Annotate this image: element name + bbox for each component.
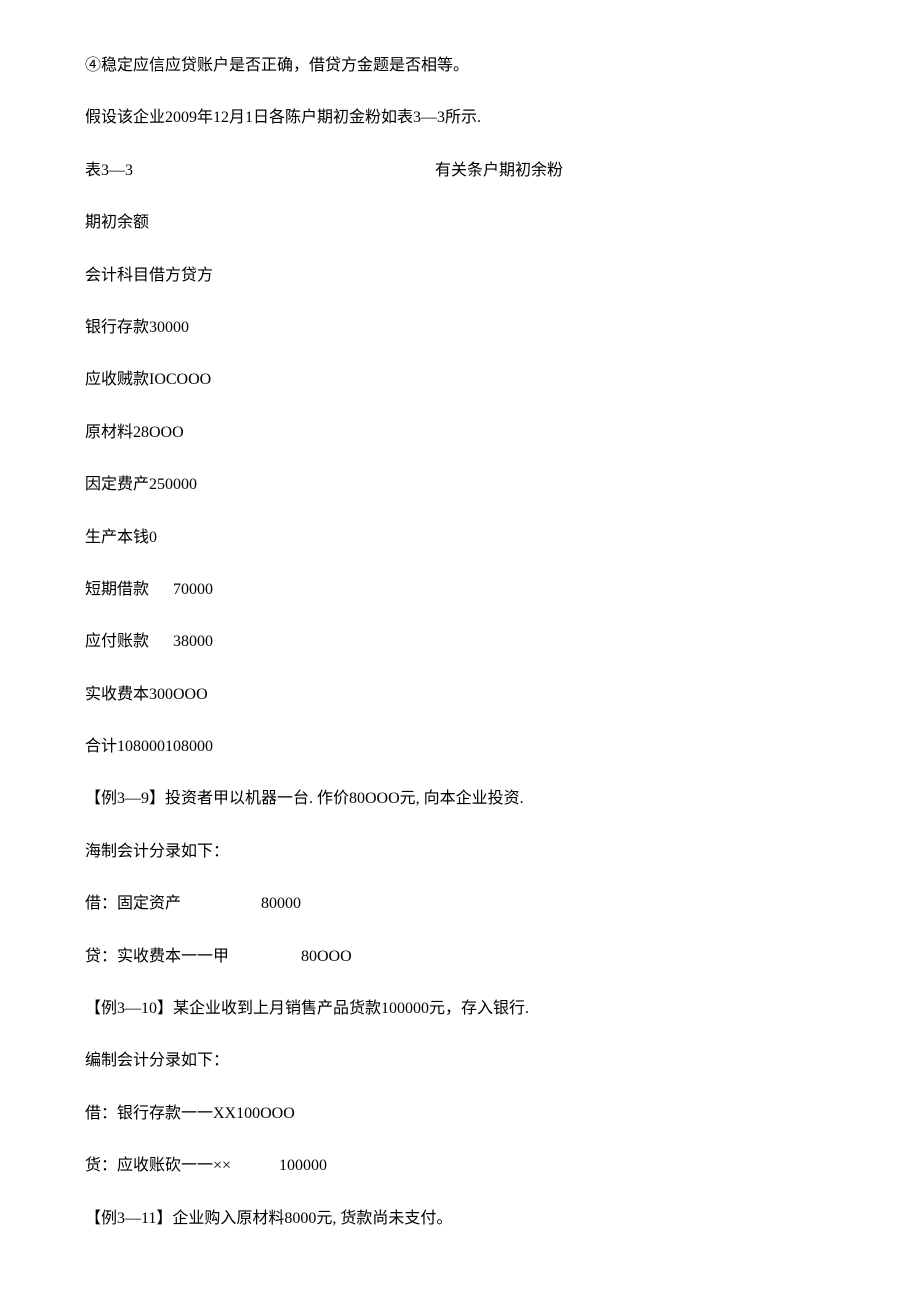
- row-fixed-assets: 因定费产250000: [85, 474, 835, 496]
- paragraph-assumption: 假设该企业2009年12月1日各陈户期初金粉如表3—3所示.: [85, 107, 835, 129]
- row-beginning-balance: 期初余额: [85, 212, 835, 234]
- example-3-10: 【例3—10】某企业收到上月销售产品货款100000元，存入银行.: [85, 998, 835, 1020]
- entry-intro-2: 编制会计分录如下：: [85, 1050, 835, 1072]
- row-raw-materials: 原材料28OOO: [85, 422, 835, 444]
- row-short-term-loan: 短期借款 70000: [85, 579, 835, 601]
- row-paid-in-capital: 实收费本300OOO: [85, 684, 835, 706]
- row-accounts-receivable: 应收贼款IOCOOO: [85, 369, 835, 391]
- row-production-cost: 生产本钱0: [85, 527, 835, 549]
- example-3-11: 【例3—11】企业购入原材料8000元, 货款尚未支付。: [85, 1208, 835, 1230]
- entry-credit-capital: 贷：实收费本一一甲 80OOO: [85, 946, 835, 968]
- entry-debit-fixed-asset: 借：固定资产 80000: [85, 893, 835, 915]
- entry-intro-1: 海制会计分录如下：: [85, 841, 835, 863]
- row-accounts-payable: 应付账款 38000: [85, 631, 835, 653]
- table-title: 有关条户期初余粉: [435, 160, 563, 182]
- table-number: 表3—3: [85, 160, 435, 182]
- row-bank-deposit: 银行存款30000: [85, 317, 835, 339]
- row-column-headers: 会计科目借方贷方: [85, 265, 835, 287]
- paragraph-step4: ④稳定应信应贷账户是否正确，借贷方金题是否相等。: [85, 55, 835, 77]
- example-3-9: 【例3—9】投资者甲以机器一台. 作价80OOO元, 向本企业投资.: [85, 788, 835, 810]
- table-header-line: 表3—3 有关条户期初余粉: [85, 160, 835, 182]
- row-total: 合计108000108000: [85, 736, 835, 758]
- entry-debit-bank: 借：银行存款一一XX100OOO: [85, 1103, 835, 1125]
- entry-credit-receivable: 货：应收账砍一一×× 100000: [85, 1155, 835, 1177]
